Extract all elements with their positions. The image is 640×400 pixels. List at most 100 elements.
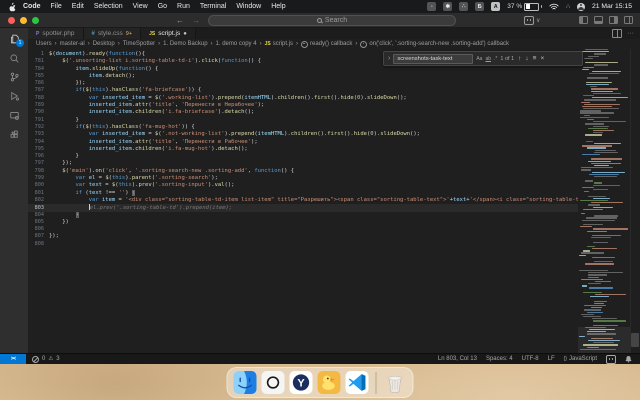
menu-edit[interactable]: Edit (67, 3, 89, 10)
trash-dock-icon[interactable] (384, 371, 407, 394)
whole-word-toggle[interactable]: ab (485, 56, 491, 62)
code-line-789[interactable]: 789 inserted_item.attr('title', 'Перенес… (28, 102, 578, 109)
gear-icon[interactable]: ✱ (443, 2, 453, 11)
problems-status[interactable]: 0 ⚠ 3 (26, 355, 60, 363)
find-expand-chevron-icon[interactable]: › (388, 55, 390, 62)
line-number[interactable]: 808 (28, 241, 44, 248)
code-line-790[interactable]: 790 inserted_item.children('i.fa-briefca… (28, 109, 578, 116)
toggle-secondary-sidebar-icon[interactable] (609, 16, 618, 24)
line-number[interactable]: 806 (28, 226, 44, 233)
copilot-menu-button[interactable]: ∨ (524, 16, 540, 25)
code-lines[interactable]: 1 $(document).ready(function(){781 $('.un… (28, 51, 578, 353)
line-number[interactable]: 781 (28, 58, 44, 65)
lock-icon[interactable]: ◦ (427, 2, 437, 11)
tab-style-css[interactable]: # style.css 9+ (83, 28, 142, 39)
breadcrumb-item[interactable]: 1. Demo Backup (163, 41, 207, 47)
line-number[interactable]: 805 (28, 219, 44, 226)
code-line-786[interactable]: 786 }); (28, 80, 578, 87)
line-number[interactable]: 1 (28, 51, 44, 58)
breadcrumb-item[interactable]: Desktop (93, 41, 115, 47)
split-editor-icon[interactable] (612, 29, 622, 38)
find-next-icon[interactable]: ↓ (525, 55, 528, 62)
paw-icon[interactable]: ∴ (459, 2, 469, 11)
sidebar-item-run-and-debug[interactable] (3, 89, 25, 103)
line-number[interactable]: 786 (28, 80, 44, 87)
code-line-802[interactable]: 802 var item = '<div class="sorting-tabl… (28, 197, 578, 204)
cursor-position-status[interactable]: Ln 803, Col 13 (438, 356, 477, 362)
line-number[interactable]: 785 (28, 73, 44, 80)
code-line-795[interactable]: 795 inserted_item.children('i.fa-mug-hot… (28, 146, 578, 153)
line-number[interactable]: 784 (28, 66, 44, 73)
line-number[interactable]: 789 (28, 102, 44, 109)
wifi-icon[interactable] (549, 3, 559, 11)
line-number[interactable]: 797 (28, 160, 44, 167)
nav-forward-button[interactable]: → (192, 16, 208, 25)
cyrillic-b-input-icon[interactable]: Б (475, 2, 485, 11)
breadcrumb-item[interactable]: ready() callback (301, 40, 352, 48)
remote-indicator[interactable]: >< (0, 354, 26, 364)
line-number[interactable]: 794 (28, 139, 44, 146)
minimap[interactable] (578, 49, 630, 353)
line-number[interactable]: 804 (28, 212, 44, 219)
line-number[interactable]: 800 (28, 182, 44, 189)
find-in-selection-icon[interactable]: ≡ (533, 55, 537, 62)
indentation-status[interactable]: Spaces: 4 (486, 356, 513, 362)
breadcrumb-item[interactable]: Users (36, 41, 52, 47)
encoding-status[interactable]: UTF-8 (522, 356, 539, 362)
line-number[interactable]: 788 (28, 95, 44, 102)
line-number[interactable]: 807 (28, 233, 44, 240)
line-number[interactable]: 793 (28, 131, 44, 138)
code-line-791[interactable]: 791 } (28, 117, 578, 124)
line-number[interactable]: 787 (28, 87, 44, 94)
scrollbar-thumb[interactable] (631, 333, 639, 347)
minimap-visible-region[interactable] (578, 327, 630, 353)
line-number[interactable]: 795 (28, 146, 44, 153)
breadcrumb-item[interactable]: 1. demo copy 4 (216, 41, 257, 47)
code-line-797[interactable]: 797 }); (28, 160, 578, 167)
menu-go[interactable]: Go (153, 3, 172, 10)
code-line-787[interactable]: 787 if($(this).hasClass('fa-briefcase'))… (28, 87, 578, 94)
close-window-button[interactable] (8, 17, 15, 24)
eol-status[interactable]: LF (548, 356, 555, 362)
customize-layout-icon[interactable] (624, 16, 633, 24)
menu-help[interactable]: Help (266, 3, 290, 10)
more-actions-icon[interactable]: ··· (627, 30, 634, 37)
command-center-search[interactable]: Search (208, 15, 456, 26)
code-line-799[interactable]: 799 var el = $(this).parent('.sorting-se… (28, 175, 578, 182)
code-line-805[interactable]: 805 }) (28, 219, 578, 226)
breadcrumb-item[interactable]: master-al (60, 41, 85, 47)
code-line-807[interactable]: 807}); (28, 233, 578, 240)
code-line-808[interactable]: 808 (28, 241, 578, 248)
chatgpt-dock-icon[interactable] (261, 371, 285, 394)
apple-logo-icon[interactable] (8, 2, 16, 12)
breadcrumb-item[interactable]: on('click', '.sorting-search-new .sortin… (360, 40, 509, 48)
match-case-toggle[interactable]: Aa (476, 56, 482, 62)
breadcrumb-item[interactable]: TimeSpotter (123, 41, 155, 47)
yandex-browser-dock-icon[interactable]: Y (289, 371, 313, 394)
latin-a-input-icon[interactable]: A (491, 2, 501, 11)
menu-window[interactable]: Window (231, 3, 266, 10)
line-number[interactable]: 790 (28, 109, 44, 116)
toggle-primary-sidebar-icon[interactable] (579, 16, 588, 24)
notifications-bell-icon[interactable] (625, 355, 632, 363)
sidebar-item-search[interactable] (3, 51, 25, 65)
code-line-784[interactable]: 784 item.slideUp(function() { (28, 66, 578, 73)
sidebar-item-source-control[interactable] (3, 70, 25, 84)
tab-spotter-php[interactable]: Pspotter.php (28, 28, 84, 39)
code-line-806[interactable]: 806 (28, 226, 578, 233)
code-line-801[interactable]: 801 if (text !== '') { (28, 189, 578, 197)
code-line-800[interactable]: 800 var text = $(this).prev('.sorting-in… (28, 182, 578, 189)
copilot-status-icon[interactable] (606, 354, 616, 364)
sidebar-item-extensions[interactable] (3, 127, 25, 141)
code-line-804[interactable]: 804 } (28, 211, 578, 219)
zoom-window-button[interactable] (32, 17, 39, 24)
line-number[interactable]: 796 (28, 153, 44, 160)
finder-dock-icon[interactable] (233, 371, 257, 394)
tab-script-js[interactable]: JS script.js ● (141, 28, 196, 39)
menu-file[interactable]: File (46, 3, 67, 10)
cyberduck-dock-icon[interactable] (317, 371, 341, 394)
code-line-794[interactable]: 794 inserted_item.attr('title', 'Перенес… (28, 139, 578, 146)
vscode-dock-icon[interactable] (345, 371, 369, 394)
language-mode-status[interactable]: {} JavaScript (564, 356, 597, 362)
line-number[interactable]: 802 (28, 197, 44, 204)
